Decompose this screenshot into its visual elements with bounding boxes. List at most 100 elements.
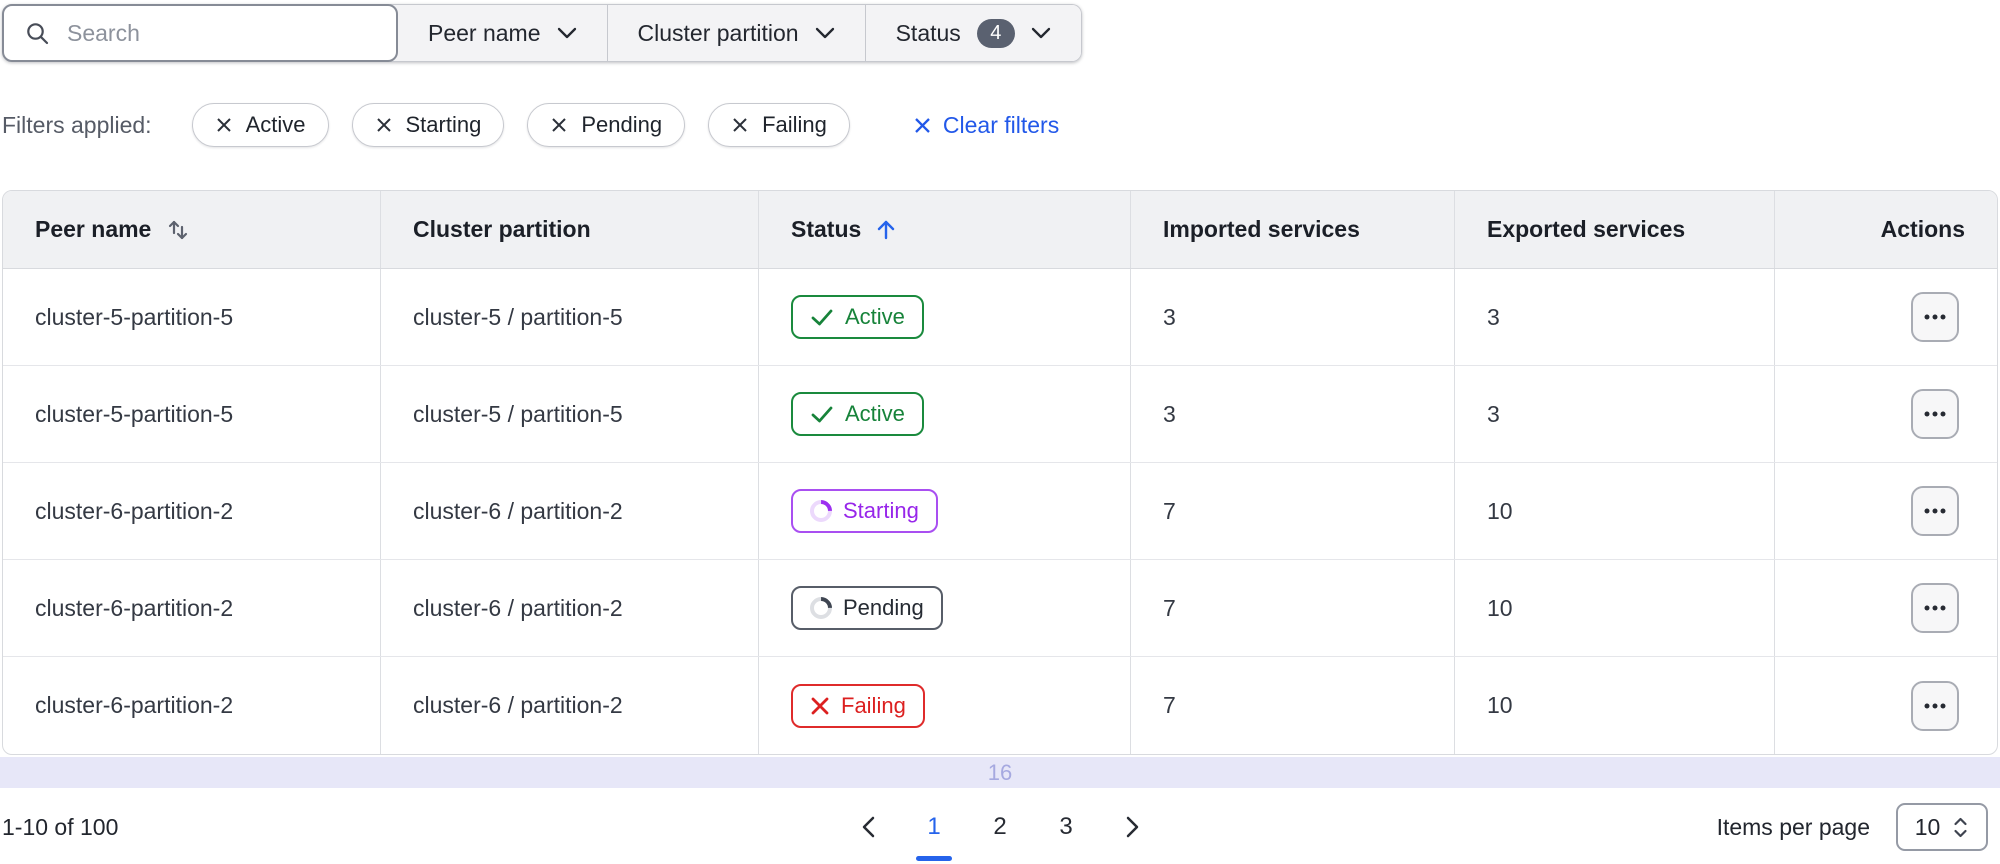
page-button-2[interactable]: 2: [982, 809, 1018, 845]
column-header-peer-name[interactable]: Peer name: [3, 191, 380, 268]
table-header-row: Peer name Cluster partition Status Impor…: [3, 191, 1997, 269]
search-box[interactable]: [2, 4, 398, 62]
status-cell: Active: [758, 269, 1130, 365]
ellipsis-icon: [1924, 411, 1946, 417]
imported-services-cell: 3: [1130, 366, 1454, 462]
check-icon: [810, 404, 834, 424]
peer-name-cell: cluster-6-partition-2: [35, 692, 234, 718]
row-actions-button[interactable]: [1911, 680, 1959, 731]
filter-chip-label: Failing: [762, 112, 827, 137]
peer-name-dropdown[interactable]: Peer name: [390, 5, 607, 61]
remove-filter-icon[interactable]: [731, 116, 749, 134]
column-header-imported-services: Imported services: [1130, 191, 1454, 268]
column-header-exported-services: Exported services: [1454, 191, 1774, 268]
status-cell: Failing: [758, 657, 1130, 754]
cluster-partition-cell: cluster-5 / partition-5: [380, 366, 758, 462]
search-icon: [24, 20, 51, 47]
cluster-partition-cell: cluster-6 / partition-2: [380, 560, 758, 656]
chevron-down-icon: [815, 27, 835, 39]
column-header-cluster-partition: Cluster partition: [380, 191, 758, 268]
ellipsis-icon: [1924, 605, 1946, 611]
page-button-1[interactable]: 1: [916, 809, 952, 861]
column-header-actions: Actions: [1774, 191, 1997, 268]
status-filter-count-badge: 4: [976, 18, 1015, 48]
page-button-3[interactable]: 3: [1048, 809, 1084, 845]
peer-name-cell: cluster-6-partition-2: [35, 594, 234, 621]
search-input[interactable]: [67, 19, 376, 47]
filter-chip-failing[interactable]: Failing: [708, 103, 850, 147]
ellipsis-icon: [1924, 314, 1946, 320]
remove-filter-icon[interactable]: [550, 116, 568, 134]
status-dropdown[interactable]: Status 4: [864, 5, 1081, 61]
status-cell: Starting: [758, 463, 1130, 559]
imported-services-cell: 7: [1130, 463, 1454, 559]
pagination-footer: 1-10 of 100 1 2 3 Items per page 10: [0, 796, 2000, 861]
clear-filters-x-icon: [913, 116, 932, 135]
table-overflow-indicator[interactable]: 16: [0, 757, 2000, 788]
filter-chip-active[interactable]: Active: [191, 103, 329, 147]
exported-services-cell: 10: [1454, 657, 1774, 754]
clear-filters-button[interactable]: Clear filters: [913, 112, 1059, 139]
chevron-right-icon: [1126, 816, 1138, 838]
exported-services-cell: 10: [1454, 560, 1774, 656]
cluster-partition-cell: cluster-5 / partition-5: [380, 269, 758, 365]
cluster-partition-cell: cluster-6 / partition-2: [380, 657, 758, 754]
actions-cell: [1774, 269, 1997, 365]
column-header-status[interactable]: Status: [758, 191, 1130, 268]
filters-applied-label: Filters applied:: [2, 111, 152, 138]
items-per-page-label: Items per page: [1716, 813, 1870, 840]
sort-updown-icon: [165, 217, 191, 243]
exported-services-cell: 10: [1454, 463, 1774, 559]
status-badge-active: Active: [791, 295, 924, 339]
items-per-page-control: Items per page 10: [1717, 803, 1988, 851]
chevron-down-icon: [557, 27, 577, 39]
peer-name-cell: cluster-6-partition-2: [35, 497, 234, 524]
filter-chip-label: Starting: [405, 112, 482, 137]
filter-chip-pending[interactable]: Pending: [527, 103, 686, 147]
actions-cell: [1774, 366, 1997, 462]
filter-toolbar: Peer name Cluster partition Status 4: [2, 4, 1082, 62]
table-row: cluster-5-partition-5 cluster-5 / partit…: [3, 366, 1997, 463]
spinner-icon: [805, 495, 837, 527]
table-row: cluster-6-partition-2 cluster-6 / partit…: [3, 560, 1997, 657]
status-badge-active: Active: [791, 392, 924, 436]
table-row: cluster-6-partition-2 cluster-6 / partit…: [3, 463, 1997, 560]
check-icon: [810, 307, 834, 327]
filter-chip-starting[interactable]: Starting: [351, 103, 505, 147]
exported-services-cell: 3: [1454, 269, 1774, 365]
peer-name-cell: cluster-5-partition-5: [35, 303, 234, 330]
cluster-partition-dropdown[interactable]: Cluster partition: [606, 5, 865, 61]
status-badge-failing: Failing: [791, 683, 925, 728]
row-actions-button[interactable]: [1911, 389, 1959, 439]
actions-cell: [1774, 657, 1997, 754]
remove-filter-icon[interactable]: [215, 116, 233, 134]
exported-services-cell: 3: [1454, 366, 1774, 462]
remove-filter-icon[interactable]: [375, 116, 393, 134]
sort-ascending-arrow-icon: [875, 218, 897, 242]
next-page-button[interactable]: [1114, 809, 1150, 845]
chevron-left-icon: [862, 816, 874, 838]
items-per-page-select[interactable]: 10: [1896, 803, 1988, 851]
status-dropdown-label: Status: [895, 19, 961, 46]
ellipsis-icon: [1924, 703, 1946, 708]
status-badge-starting: Starting: [791, 489, 938, 533]
cluster-partition-cell: cluster-6 / partition-2: [380, 463, 758, 559]
row-actions-button[interactable]: [1911, 486, 1959, 536]
ellipsis-icon: [1924, 508, 1946, 514]
peer-name-dropdown-label: Peer name: [428, 19, 541, 46]
row-actions-button[interactable]: [1911, 292, 1959, 342]
cluster-partition-dropdown-label: Cluster partition: [637, 19, 799, 46]
applied-filters-row: Filters applied: Active Starting Pending…: [2, 103, 1059, 147]
row-actions-button[interactable]: [1911, 583, 1959, 633]
stepper-chevrons-icon: [1952, 816, 1969, 839]
actions-cell: [1774, 463, 1997, 559]
x-icon: [810, 696, 830, 716]
imported-services-cell: 7: [1130, 657, 1454, 754]
pagination-controls: 1 2 3: [850, 809, 1150, 861]
previous-page-button[interactable]: [850, 809, 886, 845]
clear-filters-label: Clear filters: [942, 111, 1060, 138]
filter-dropdown-group: Peer name Cluster partition Status 4: [390, 4, 1082, 62]
filter-chip-label: Active: [245, 112, 306, 137]
items-per-page-value: 10: [1914, 813, 1941, 840]
table-row: cluster-5-partition-5 cluster-5 / partit…: [3, 269, 1997, 366]
